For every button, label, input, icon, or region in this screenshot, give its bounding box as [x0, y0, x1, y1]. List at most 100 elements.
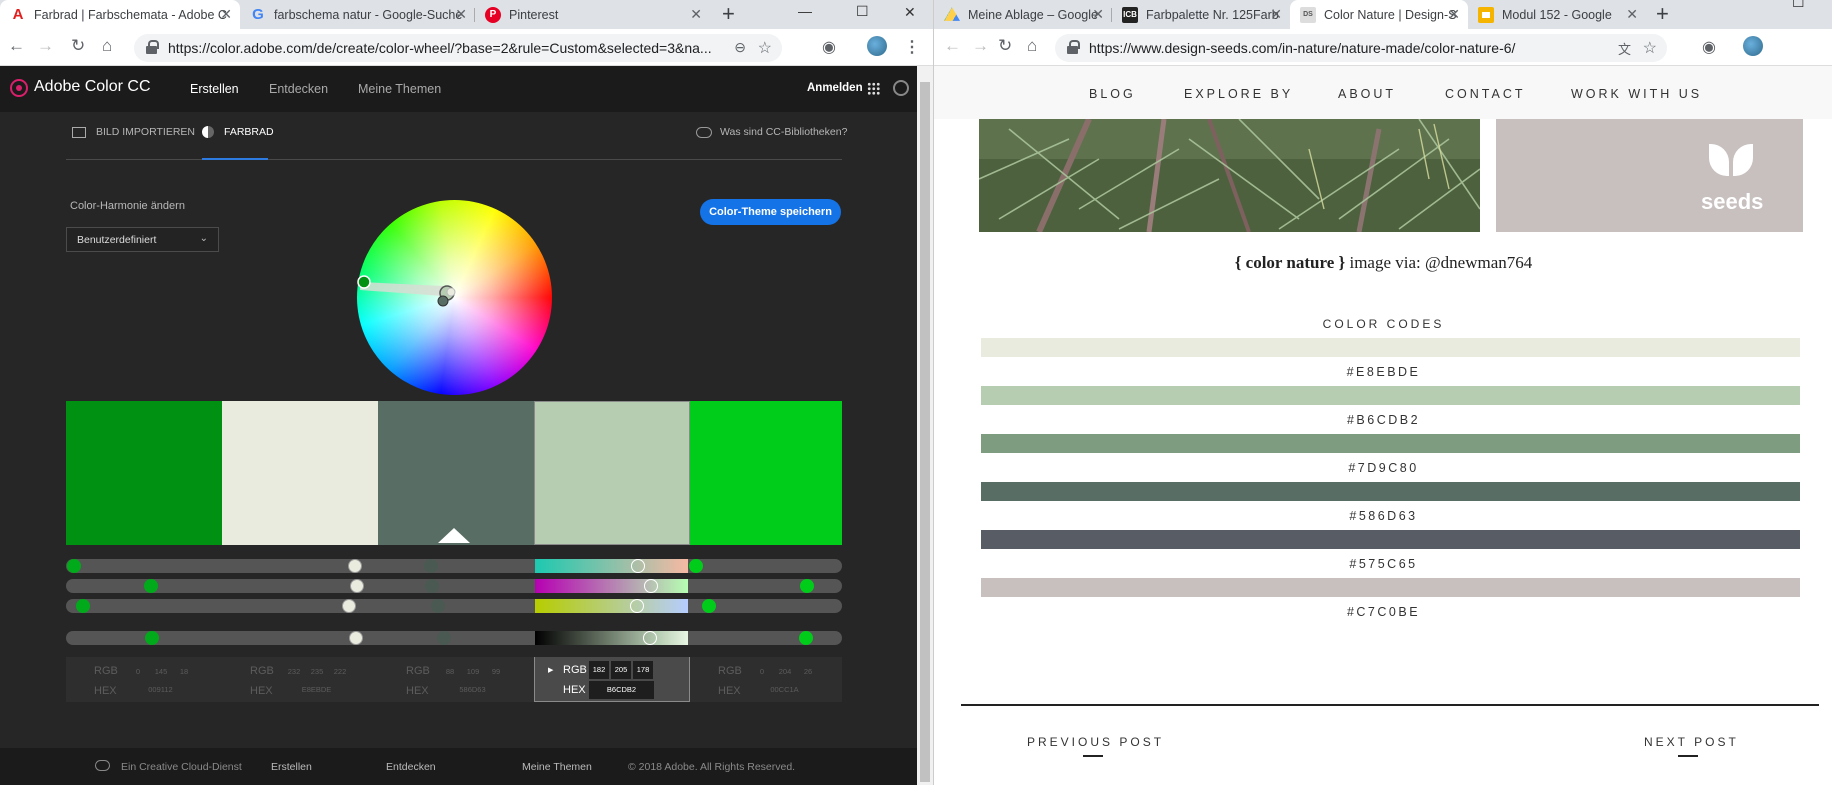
forward-icon[interactable]: →	[972, 36, 989, 56]
new-tab-icon[interactable]: +	[1656, 1, 1669, 27]
forward-icon[interactable]: →	[37, 36, 54, 56]
nav-explore-by[interactable]: EXPLORE BY	[1184, 87, 1293, 101]
slider-row-3[interactable]	[66, 599, 842, 613]
bookmark-star-icon[interactable]: ☆	[1643, 38, 1657, 58]
slider-knob[interactable]	[76, 599, 90, 613]
r-value[interactable]: 88	[440, 667, 460, 676]
slider-knob[interactable]	[630, 599, 644, 613]
g-value[interactable]: 235	[307, 667, 327, 676]
b-value[interactable]: 99	[486, 667, 506, 676]
slider-knob[interactable]	[644, 579, 658, 593]
tab-adobe-color[interactable]: A Farbrad | Farbschemata - Adobe C ✕	[0, 0, 240, 29]
menu-icon[interactable]: ⋮	[904, 37, 920, 57]
slider-knob[interactable]	[800, 579, 814, 593]
design-seeds-logo[interactable]: seeds	[1496, 119, 1803, 232]
swatch-3[interactable]	[378, 401, 534, 545]
hex-value[interactable]: 009112	[128, 685, 193, 694]
creative-cloud-icon[interactable]	[893, 80, 909, 96]
brightness-gradient[interactable]	[535, 631, 688, 645]
new-tab-icon[interactable]: +	[722, 1, 735, 27]
slider-knob[interactable]	[689, 559, 703, 573]
b-value[interactable]: 18	[174, 667, 194, 676]
nav-meine-themen[interactable]: Meine Themen	[358, 82, 441, 96]
apps-grid-icon[interactable]	[867, 82, 880, 95]
hex-value[interactable]: E8EBDE	[284, 685, 349, 694]
wheel-handle[interactable]	[437, 295, 449, 307]
slider-row-1[interactable]	[66, 559, 842, 573]
close-icon[interactable]: ✕	[1448, 6, 1460, 23]
close-icon[interactable]: ✕	[455, 6, 467, 23]
reload-icon[interactable]: ↻	[71, 36, 85, 56]
reload-icon[interactable]: ↻	[998, 36, 1012, 56]
vertical-scrollbar[interactable]	[917, 66, 933, 785]
profile-avatar[interactable]	[867, 36, 887, 56]
tab-google-drive[interactable]: Meine Ablage – Google ✕	[934, 0, 1112, 29]
close-icon[interactable]: ✕	[1092, 6, 1104, 23]
save-theme-button[interactable]: Color-Theme speichern	[700, 199, 841, 225]
address-bar[interactable]: https://color.adobe.com/de/create/color-…	[134, 34, 782, 62]
close-window-icon[interactable]: ✕	[904, 4, 916, 21]
footer-link-erstellen[interactable]: Erstellen	[271, 761, 312, 773]
tab-google-slides[interactable]: Modul 152 - Google ✕	[1468, 0, 1646, 29]
adobe-brand[interactable]: Adobe Color CC	[34, 78, 151, 96]
slider-row-4[interactable]	[66, 631, 842, 645]
slider-knob[interactable]	[425, 579, 439, 593]
next-post-link[interactable]: NEXT POST	[1644, 735, 1739, 757]
nav-contact[interactable]: CONTACT	[1445, 87, 1526, 101]
red-channel-gradient[interactable]	[535, 559, 688, 573]
close-icon[interactable]: ✕	[690, 6, 702, 23]
tab-google-search[interactable]: G farbschema natur - Google-Suche ✕	[240, 0, 475, 29]
b-value[interactable]: 178	[633, 661, 653, 679]
home-icon[interactable]: ⌂	[1027, 36, 1037, 56]
profile-avatar[interactable]	[1743, 36, 1763, 56]
address-bar[interactable]: https://www.design-seeds.com/in-nature/n…	[1055, 34, 1667, 62]
slider-knob[interactable]	[431, 599, 445, 613]
footer-link-meine-themen[interactable]: Meine Themen	[522, 761, 592, 773]
green-channel-gradient[interactable]	[535, 579, 688, 593]
slider-row-2[interactable]	[66, 579, 842, 593]
nav-work-with-us[interactable]: WORK WITH US	[1571, 87, 1702, 101]
slider-knob[interactable]	[342, 599, 356, 613]
b-value[interactable]: 222	[330, 667, 350, 676]
tab-bild-importieren[interactable]: BILD IMPORTIEREN	[72, 126, 195, 138]
minimize-icon[interactable]: —	[798, 3, 812, 19]
previous-post-link[interactable]: PREVIOUS POST	[1027, 735, 1164, 757]
hex-value[interactable]: B6CDB2	[589, 681, 654, 699]
g-value[interactable]: 109	[463, 667, 483, 676]
r-value[interactable]: 232	[284, 667, 304, 676]
swatch-1[interactable]	[66, 401, 222, 545]
tab-pinterest[interactable]: P Pinterest ✕	[475, 0, 710, 29]
hex-value[interactable]: 00CC1A	[752, 685, 817, 694]
close-icon[interactable]: ✕	[1626, 6, 1638, 23]
g-value[interactable]: 205	[611, 661, 631, 679]
tab-farbrad[interactable]: FARBRAD	[202, 126, 274, 138]
slider-knob[interactable]	[437, 631, 451, 645]
login-link[interactable]: Anmelden	[807, 82, 863, 94]
bookmark-star-icon[interactable]: ☆	[758, 38, 772, 58]
nav-blog[interactable]: BLOG	[1089, 87, 1136, 101]
extension-icon[interactable]: ◉	[822, 37, 836, 57]
cc-libraries-link[interactable]: Was sind CC-Bibliotheken?	[696, 126, 847, 138]
translate-icon[interactable]: 文	[1618, 39, 1631, 58]
back-icon[interactable]: ←	[944, 36, 961, 56]
swatch-4-selected[interactable]	[534, 401, 690, 545]
back-icon[interactable]: ←	[8, 36, 25, 56]
swatch-5[interactable]	[690, 401, 842, 545]
close-icon[interactable]: ✕	[220, 6, 232, 23]
r-value[interactable]: 182	[589, 661, 609, 679]
slider-knob[interactable]	[631, 559, 645, 573]
r-value[interactable]: 0	[752, 667, 772, 676]
zoom-icon[interactable]: ⊖	[734, 39, 746, 56]
slider-knob[interactable]	[799, 631, 813, 645]
swatch-2[interactable]	[222, 401, 378, 545]
slider-knob[interactable]	[350, 579, 364, 593]
slider-knob[interactable]	[643, 631, 657, 645]
b-value[interactable]: 26	[798, 667, 818, 676]
slider-knob[interactable]	[144, 579, 158, 593]
footer-link-entdecken[interactable]: Entdecken	[386, 761, 436, 773]
blue-channel-gradient[interactable]	[535, 599, 688, 613]
slider-knob[interactable]	[349, 631, 363, 645]
close-icon[interactable]: ✕	[1270, 6, 1282, 23]
tab-design-seeds[interactable]: DS Color Nature | Design-S ✕	[1290, 0, 1468, 29]
expand-caret-icon[interactable]: ▶	[548, 666, 553, 674]
